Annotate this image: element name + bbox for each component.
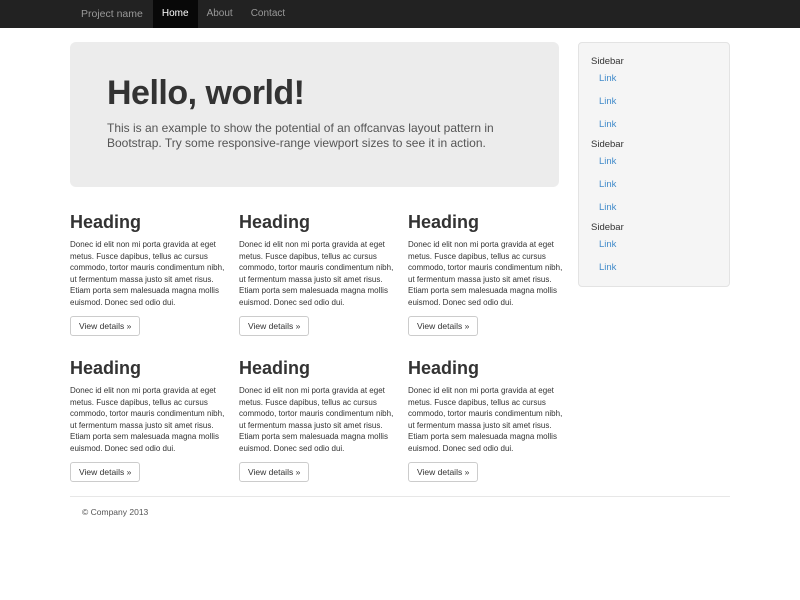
card: Heading Donec id elit non mi porta gravi… bbox=[408, 358, 563, 482]
card: Heading Donec id elit non mi porta gravi… bbox=[239, 358, 394, 482]
sidebar-link[interactable]: Link bbox=[591, 202, 717, 213]
card-heading: Heading bbox=[239, 358, 394, 379]
card: Heading Donec id elit non mi porta gravi… bbox=[239, 212, 394, 336]
navbar-menu: Home About Contact bbox=[153, 0, 294, 28]
navbar-container: Project name Home About Contact bbox=[70, 0, 730, 28]
view-details-button[interactable]: View details » bbox=[408, 462, 478, 482]
card-heading: Heading bbox=[239, 212, 394, 233]
view-details-button[interactable]: View details » bbox=[70, 316, 140, 336]
brand-link[interactable]: Project name bbox=[70, 0, 153, 28]
sidebar-link[interactable]: Link bbox=[591, 179, 717, 190]
page: Project name Home About Contact Hello, w… bbox=[0, 0, 800, 517]
sidebar-link[interactable]: Link bbox=[591, 262, 717, 273]
main-column: Hello, world! This is an example to show… bbox=[70, 42, 578, 482]
copyright-text: © Company 2013 bbox=[82, 507, 730, 517]
footer: © Company 2013 bbox=[70, 496, 730, 517]
view-details-button[interactable]: View details » bbox=[239, 316, 309, 336]
sidebar: Sidebar Link Link Link Sidebar Link Link… bbox=[578, 42, 730, 287]
sidebar-group-label: Sidebar bbox=[591, 56, 717, 67]
card-heading: Heading bbox=[70, 212, 225, 233]
sidebar-link[interactable]: Link bbox=[591, 73, 717, 84]
card-text: Donec id elit non mi porta gravida at eg… bbox=[239, 239, 396, 308]
cards-row-2: Heading Donec id elit non mi porta gravi… bbox=[70, 358, 578, 482]
card: Heading Donec id elit non mi porta gravi… bbox=[70, 358, 225, 482]
sidebar-link[interactable]: Link bbox=[591, 156, 717, 167]
sidebar-link[interactable]: Link bbox=[591, 96, 717, 107]
page-title: Hello, world! bbox=[107, 75, 522, 112]
sidebar-link[interactable]: Link bbox=[591, 239, 717, 250]
view-details-button[interactable]: View details » bbox=[408, 316, 478, 336]
view-details-button[interactable]: View details » bbox=[70, 462, 140, 482]
card: Heading Donec id elit non mi porta gravi… bbox=[408, 212, 563, 336]
card-text: Donec id elit non mi porta gravida at eg… bbox=[408, 239, 565, 308]
top-navbar: Project name Home About Contact bbox=[0, 0, 800, 28]
content-layout: Hello, world! This is an example to show… bbox=[70, 42, 730, 482]
card-text: Donec id elit non mi porta gravida at eg… bbox=[239, 385, 396, 454]
page-container: Hello, world! This is an example to show… bbox=[70, 28, 730, 517]
card-heading: Heading bbox=[70, 358, 225, 379]
sidebar-group-3: Sidebar Link Link bbox=[591, 222, 717, 273]
card-text: Donec id elit non mi porta gravida at eg… bbox=[70, 385, 227, 454]
sidebar-column: Sidebar Link Link Link Sidebar Link Link… bbox=[578, 42, 730, 482]
nav-item-about[interactable]: About bbox=[198, 0, 242, 28]
sidebar-group-2: Sidebar Link Link Link bbox=[591, 139, 717, 213]
jumbotron: Hello, world! This is an example to show… bbox=[70, 42, 559, 187]
nav-item-home[interactable]: Home bbox=[153, 0, 198, 28]
card: Heading Donec id elit non mi porta gravi… bbox=[70, 212, 225, 336]
sidebar-link[interactable]: Link bbox=[591, 119, 717, 130]
card-text: Donec id elit non mi porta gravida at eg… bbox=[408, 385, 565, 454]
card-heading: Heading bbox=[408, 358, 563, 379]
jumbotron-subtitle: This is an example to show the potential… bbox=[107, 121, 522, 151]
sidebar-group-label: Sidebar bbox=[591, 139, 717, 150]
card-text: Donec id elit non mi porta gravida at eg… bbox=[70, 239, 227, 308]
sidebar-group-1: Sidebar Link Link Link bbox=[591, 56, 717, 130]
card-heading: Heading bbox=[408, 212, 563, 233]
view-details-button[interactable]: View details » bbox=[239, 462, 309, 482]
cards-row-1: Heading Donec id elit non mi porta gravi… bbox=[70, 212, 578, 336]
sidebar-group-label: Sidebar bbox=[591, 222, 717, 233]
nav-item-contact[interactable]: Contact bbox=[242, 0, 294, 28]
